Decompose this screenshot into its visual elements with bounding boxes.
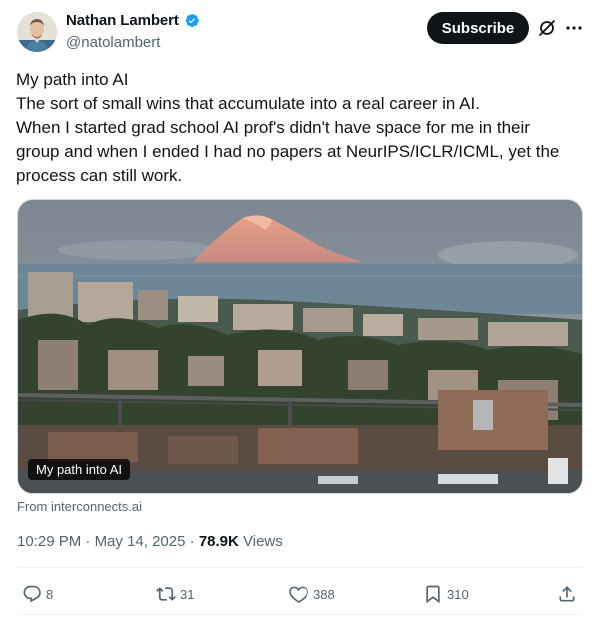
share-button[interactable] (557, 584, 577, 604)
bookmark-button[interactable]: 310 (423, 584, 469, 604)
tweet-line: My path into AI (16, 70, 129, 89)
tweet-date[interactable]: May 14, 2025 (95, 533, 186, 550)
views-count: 78.9K (198, 533, 239, 550)
repost-button[interactable]: 31 (156, 584, 194, 604)
tweet-time[interactable]: 10:29 PM (17, 533, 81, 550)
link-source[interactable]: From interconnects.ai (17, 499, 142, 514)
repost-count: 31 (180, 586, 195, 602)
meta-separator: · (85, 533, 91, 550)
avatar[interactable] (17, 12, 57, 52)
more-icon[interactable] (564, 18, 584, 38)
tweet-line: process can still work. (16, 166, 183, 185)
bookmark-count: 310 (447, 586, 469, 602)
tweet-line: The sort of small wins that accumulate i… (16, 94, 480, 113)
verified-badge-icon (183, 12, 200, 29)
tweet-line: When I started grad school AI prof's did… (16, 118, 530, 137)
tweet-line: group and when I ended I had no papers a… (16, 142, 560, 161)
link-card-title[interactable]: My path into AI (28, 459, 130, 480)
share-icon (559, 586, 575, 602)
subscribe-button[interactable]: Subscribe (427, 12, 529, 44)
repost-icon (156, 587, 176, 601)
link-card-image[interactable] (17, 199, 583, 494)
divider (17, 567, 583, 568)
heart-icon (289, 586, 308, 603)
grok-icon[interactable] (537, 18, 557, 38)
bookmark-icon (426, 585, 440, 604)
tweet-text: My path into AI The sort of small wins t… (16, 68, 576, 188)
views-label: Views (243, 533, 283, 550)
author-name-row[interactable]: Nathan Lambert (66, 12, 200, 29)
reply-count: 8 (46, 586, 54, 602)
like-count: 388 (313, 586, 335, 602)
author-name[interactable]: Nathan Lambert (66, 12, 179, 29)
reply-button[interactable]: 8 (22, 584, 53, 604)
reply-icon (23, 585, 41, 603)
author-handle[interactable]: @natolambert (66, 34, 160, 51)
like-button[interactable]: 388 (289, 584, 335, 604)
tweet-meta: 10:29 PM · May 14, 2025 · 78.9K Views (17, 533, 283, 550)
meta-separator: · (189, 533, 195, 550)
divider (17, 614, 583, 615)
